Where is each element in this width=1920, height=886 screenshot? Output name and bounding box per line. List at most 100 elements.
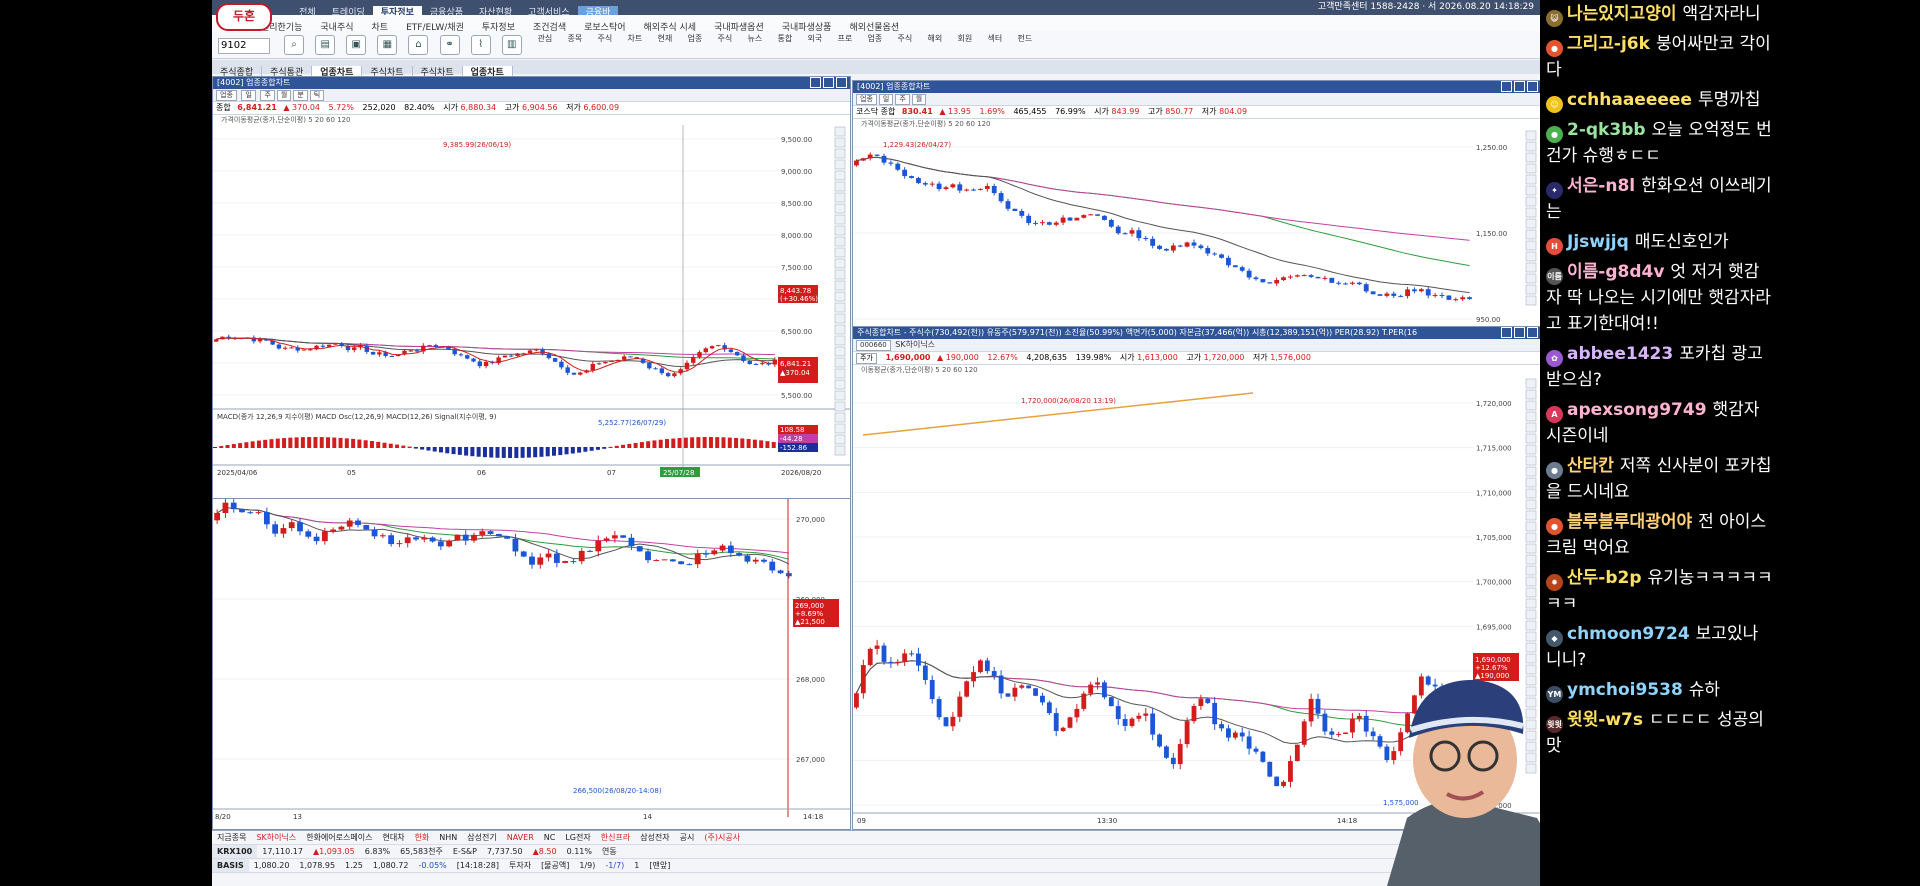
x-tick-label: 06 bbox=[477, 469, 486, 477]
chat-nickname[interactable]: 산타칸 bbox=[1567, 456, 1614, 476]
maximize-icon[interactable] bbox=[1514, 81, 1525, 92]
stock-code-field[interactable]: 000660 bbox=[856, 340, 891, 351]
period-tick[interactable]: 틱 bbox=[309, 90, 325, 101]
ticker-stock-12[interactable]: 공시 bbox=[675, 831, 700, 844]
maximize-icon[interactable] bbox=[1514, 327, 1525, 338]
ticker-stock-3[interactable]: 현대차 bbox=[377, 831, 409, 844]
user-avatar-icon[interactable]: YM bbox=[1546, 686, 1563, 703]
chat-nickname[interactable]: cchhaaeeeee bbox=[1567, 90, 1692, 110]
tool-icon bbox=[1525, 141, 1537, 152]
user-avatar-icon[interactable]: 이름 bbox=[1546, 268, 1563, 285]
x-end-label: 2026/08/20 bbox=[781, 469, 821, 477]
chat-nickname[interactable]: ymchoi9538 bbox=[1567, 680, 1683, 700]
minute-candle-chart[interactable]: 270,000269,000268,000267,000269,000+8.69… bbox=[213, 499, 850, 829]
link-icon[interactable]: ⚭ bbox=[439, 35, 460, 55]
toolbar-button-13[interactable]: 해외 bbox=[920, 34, 950, 44]
chat-nickname[interactable]: apexsong9749 bbox=[1567, 400, 1707, 420]
close-icon[interactable] bbox=[836, 77, 847, 88]
candle-body bbox=[964, 681, 970, 697]
toolbar-button-8[interactable]: 통합 bbox=[770, 34, 800, 44]
close-icon[interactable] bbox=[1527, 81, 1538, 92]
user-avatar-icon[interactable]: ☺ bbox=[1546, 96, 1563, 113]
toolbar-button-16[interactable]: 펀드 bbox=[1010, 34, 1040, 44]
period-week[interactable]: 주 bbox=[260, 90, 275, 101]
chat-nickname[interactable]: chmoon9724 bbox=[1567, 624, 1690, 644]
ticker-stock-4[interactable]: 한화 bbox=[410, 831, 435, 844]
chat-nickname[interactable]: abbee1423 bbox=[1567, 344, 1673, 364]
period-min[interactable]: 분 bbox=[293, 90, 308, 101]
chart-icon[interactable]: ⌇ bbox=[470, 35, 491, 55]
minimize-icon[interactable] bbox=[810, 77, 821, 88]
ticker-stock-9[interactable]: LG전자 bbox=[560, 831, 595, 844]
toolbar-button-2[interactable]: 주식 bbox=[590, 34, 620, 44]
ticker-stock-6[interactable]: 삼성전기 bbox=[462, 831, 501, 844]
chat-nickname[interactable]: 블루블루대광어야 bbox=[1567, 512, 1692, 532]
minimize-icon[interactable] bbox=[1501, 81, 1512, 92]
toolbar-button-12[interactable]: 주식 bbox=[890, 34, 920, 44]
ticker-stock-7[interactable]: NAVER bbox=[502, 831, 539, 844]
user-avatar-icon[interactable]: ✦ bbox=[1546, 182, 1563, 199]
user-avatar-icon[interactable]: ● bbox=[1546, 40, 1563, 57]
bars-icon[interactable]: ▥ bbox=[501, 35, 522, 55]
minimize-icon[interactable] bbox=[1501, 327, 1512, 338]
toolbar-button-10[interactable]: 프로 bbox=[830, 34, 860, 44]
ticker-stock-5[interactable]: NHN bbox=[434, 831, 462, 844]
candle-body bbox=[1108, 697, 1114, 707]
chat-nickname[interactable]: 이름-g8d4v bbox=[1567, 262, 1664, 282]
chat-nickname[interactable]: 그리고-j6k bbox=[1567, 34, 1650, 54]
toolbar-button-6[interactable]: 주식 bbox=[710, 34, 740, 44]
chat-nickname[interactable]: 산두-b2p bbox=[1567, 568, 1642, 588]
home-icon[interactable]: ⌂ bbox=[408, 35, 429, 55]
period-button[interactable]: 업종 bbox=[216, 90, 237, 101]
user-avatar-icon[interactable]: ✿ bbox=[1546, 350, 1563, 367]
broker-logo[interactable]: 두혼 bbox=[216, 3, 272, 31]
chat-nickname[interactable]: 서은-n8l bbox=[1567, 176, 1635, 196]
period-week[interactable]: 주 bbox=[895, 94, 910, 105]
toolbar-button-3[interactable]: 차트 bbox=[620, 34, 650, 44]
user-avatar-icon[interactable]: ◆ bbox=[1546, 630, 1563, 647]
stock-code-input[interactable]: 9102 bbox=[218, 38, 270, 54]
user-avatar-icon[interactable]: ✹ bbox=[1546, 574, 1563, 591]
maximize-icon[interactable] bbox=[823, 77, 834, 88]
search-icon[interactable]: ⌕ bbox=[284, 35, 305, 55]
user-avatar-icon[interactable]: 😺 bbox=[1546, 10, 1563, 27]
ticker-stock-0[interactable]: 지금종목 bbox=[212, 831, 251, 844]
toolbar-button-7[interactable]: 뉴스 bbox=[740, 34, 770, 44]
print-icon[interactable]: ▤ bbox=[315, 35, 336, 55]
chat-nickname[interactable]: Jjswjjq bbox=[1567, 232, 1629, 252]
period-day[interactable]: 일 bbox=[878, 94, 894, 105]
period-day[interactable]: 일 bbox=[241, 90, 256, 101]
ticker-stock-11[interactable]: 삼성전자 bbox=[635, 831, 674, 844]
user-avatar-icon[interactable]: ● bbox=[1546, 462, 1563, 479]
period-month[interactable]: 월 bbox=[911, 94, 927, 105]
chat-nickname[interactable]: 윗윗-w7s bbox=[1567, 710, 1643, 730]
ticker-stock-2[interactable]: 한화에어로스페이스 bbox=[301, 831, 377, 844]
user-avatar-icon[interactable]: H bbox=[1546, 238, 1563, 255]
chat-nickname[interactable]: 2-qk3bb bbox=[1567, 120, 1646, 140]
ticker-stock-8[interactable]: NC bbox=[539, 831, 561, 844]
toolbar-button-0[interactable]: 관심 bbox=[530, 34, 560, 44]
user-avatar-icon[interactable]: ● bbox=[1546, 518, 1563, 535]
kospi-candle-chart[interactable]: 9,500.00 9,000.00 8,500.00 8,000.00 7,500.00… bbox=[213, 125, 850, 497]
period-month[interactable]: 월 bbox=[276, 90, 292, 101]
user-avatar-icon[interactable]: A bbox=[1546, 406, 1563, 423]
period-button[interactable]: 업종 bbox=[856, 94, 877, 105]
ticker-stock-1[interactable]: SK하이닉스 bbox=[251, 831, 301, 844]
period-week[interactable]: 주가 bbox=[856, 353, 877, 364]
ticker-stock-10[interactable]: 한신프라 bbox=[596, 831, 635, 844]
kosdaq-candle-chart[interactable]: 1,250.00 1,150.00 950.00 1,229.43(26/04/27) bbox=[853, 129, 1540, 325]
toolbar-button-14[interactable]: 회원 bbox=[950, 34, 980, 44]
save-icon[interactable]: ▣ bbox=[346, 35, 367, 55]
ticker-stock-13[interactable]: (주)시공사 bbox=[699, 831, 745, 844]
toolbar-button-15[interactable]: 섹터 bbox=[980, 34, 1010, 44]
chat-nickname[interactable]: 나는있지고양이 bbox=[1567, 4, 1676, 24]
toolbar-button-1[interactable]: 종목 bbox=[560, 34, 590, 44]
grid-icon[interactable]: ▦ bbox=[377, 35, 398, 55]
user-avatar-icon[interactable]: ● bbox=[1546, 126, 1563, 143]
toolbar-button-5[interactable]: 업종 bbox=[680, 34, 710, 44]
toolbar-button-9[interactable]: 외국 bbox=[800, 34, 830, 44]
close-icon[interactable] bbox=[1527, 327, 1538, 338]
user-avatar-icon[interactable]: 윗윗 bbox=[1546, 716, 1563, 733]
toolbar-button-11[interactable]: 업종 bbox=[860, 34, 890, 44]
toolbar-button-4[interactable]: 현재 bbox=[650, 34, 680, 44]
